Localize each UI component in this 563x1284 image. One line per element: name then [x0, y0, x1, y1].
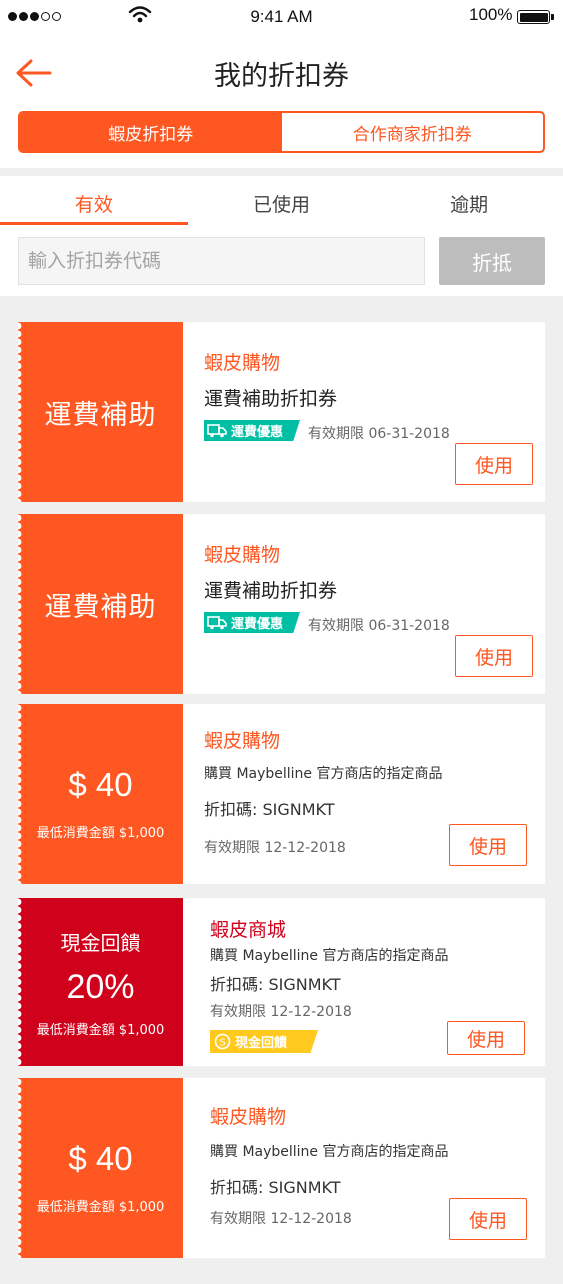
voucher-left-panel: $ 40 最低消費金額 $1,000 [18, 704, 183, 884]
voucher-expiry: 有效期限 06-31-2018 [308, 618, 450, 634]
voucher-description: 購買 Maybelline 官方商店的指定商品 [210, 1144, 449, 1160]
voucher-shop: 蝦皮購物 [204, 730, 281, 752]
status-tabs: 有效 已使用 逾期 [0, 176, 563, 228]
voucher-details: 蝦皮商城 購買 Maybelline 官方商店的指定商品 折扣碼: SIGNMK… [183, 898, 545, 1066]
voucher-card: $ 40 最低消費金額 $1,000 蝦皮購物 購買 Maybelline 官方… [18, 704, 545, 884]
battery-icon [517, 10, 554, 24]
voucher-code-input[interactable] [18, 237, 425, 285]
use-button[interactable]: 使用 [455, 443, 533, 485]
segment-shopee-vouchers[interactable]: 蝦皮折扣券 [20, 113, 282, 151]
use-button[interactable]: 使用 [449, 1198, 527, 1240]
voucher-expiry: 有效期限 06-31-2018 [308, 426, 450, 442]
voucher-left-panel: 運費補助 [18, 322, 183, 502]
voucher-code: 折扣碼: SIGNMKT [210, 975, 341, 994]
voucher-amount: $ 40 [68, 765, 133, 803]
svg-text:S: S [219, 1038, 225, 1049]
voucher-amount: $ 40 [68, 1139, 133, 1177]
voucher-type-segment: 蝦皮折扣券 合作商家折扣券 [18, 111, 545, 153]
voucher-code-row: 折抵 [0, 228, 563, 296]
header: 我的折扣券 蝦皮折扣券 合作商家折扣券 [0, 34, 563, 168]
cashback-badge: S 現金回饋 [210, 1030, 318, 1053]
voucher-name: 運費補助折扣券 [204, 580, 338, 602]
voucher-card: 運費補助 蝦皮購物 運費補助折扣券 運費優惠 有效期限 06-31-2018 使… [18, 322, 545, 502]
voucher-expiry: 有效期限 12-12-2018 [210, 1211, 352, 1227]
voucher-min-spend: 最低消費金額 $1,000 [36, 825, 165, 841]
voucher-expiry: 有效期限 12-12-2018 [210, 1004, 352, 1020]
voucher-shop: 蝦皮購物 [204, 544, 281, 566]
shipping-badge: 運費優惠 [204, 420, 300, 441]
tab-expired[interactable]: 逾期 [375, 176, 563, 228]
voucher-shop: 蝦皮購物 [204, 352, 281, 374]
use-button[interactable]: 使用 [447, 1021, 525, 1055]
voucher-details: 蝦皮購物 購買 Maybelline 官方商店的指定商品 折扣碼: SIGNMK… [183, 704, 545, 884]
voucher-left-label: 運費補助 [44, 399, 157, 431]
voucher-card: $ 40 最低消費金額 $1,000 蝦皮購物 購買 Maybelline 官方… [18, 1078, 545, 1258]
cashback-label: 現金回饋 [60, 930, 141, 955]
voucher-description: 購買 Maybelline 官方商店的指定商品 [210, 948, 449, 964]
segment-partner-vouchers[interactable]: 合作商家折扣券 [282, 113, 544, 151]
voucher-code: 折扣碼: SIGNMKT [210, 1178, 341, 1197]
voucher-left-panel: 運費補助 [18, 514, 183, 694]
voucher-card: 運費補助 蝦皮購物 運費補助折扣券 運費優惠 有效期限 06-31-2018 使… [18, 514, 545, 694]
voucher-left-panel: 現金回饋 20% 最低消費金額 $1,000 [18, 898, 183, 1066]
voucher-left-label: 運費補助 [44, 591, 157, 623]
cashback-badge-label: 現金回饋 [235, 1036, 288, 1051]
voucher-expiry: 有效期限 12-12-2018 [204, 840, 346, 856]
voucher-code: 折扣碼: SIGNMKT [204, 800, 335, 819]
voucher-min-spend: 最低消費金額 $1,000 [36, 1022, 165, 1038]
truck-icon [207, 616, 227, 630]
back-button[interactable] [14, 54, 54, 90]
coin-icon: S [214, 1033, 231, 1050]
redeem-button[interactable]: 折抵 [439, 237, 545, 285]
voucher-details: 蝦皮購物 運費補助折扣券 運費優惠 有效期限 06-31-2018 使用 [183, 514, 545, 694]
use-button[interactable]: 使用 [449, 824, 527, 866]
shipping-badge-label: 運費優惠 [231, 425, 284, 440]
voucher-description: 購買 Maybelline 官方商店的指定商品 [204, 766, 443, 782]
voucher-shop: 蝦皮購物 [210, 1106, 287, 1128]
page-title: 我的折扣券 [214, 61, 349, 92]
shipping-badge: 運費優惠 [204, 612, 300, 633]
voucher-left-panel: $ 40 最低消費金額 $1,000 [18, 1078, 183, 1258]
tab-used[interactable]: 已使用 [188, 176, 376, 228]
voucher-min-spend: 最低消費金額 $1,000 [36, 1199, 165, 1215]
shipping-badge-label: 運費優惠 [231, 617, 284, 632]
arrow-left-icon [16, 59, 52, 87]
cashback-percent: 20% [66, 967, 135, 1006]
voucher-details: 蝦皮購物 購買 Maybelline 官方商店的指定商品 折扣碼: SIGNMK… [183, 1078, 545, 1258]
voucher-card: 現金回饋 20% 最低消費金額 $1,000 蝦皮商城 購買 Maybellin… [18, 898, 545, 1066]
battery-percent: 100% [469, 5, 513, 24]
use-button[interactable]: 使用 [455, 635, 533, 677]
tab-valid[interactable]: 有效 [0, 176, 188, 228]
voucher-name: 運費補助折扣券 [204, 388, 338, 410]
voucher-details: 蝦皮購物 運費補助折扣券 運費優惠 有效期限 06-31-2018 使用 [183, 322, 545, 502]
status-bar: 9:41 AM 100% [0, 0, 563, 34]
truck-icon [207, 424, 227, 438]
voucher-shop: 蝦皮商城 [210, 919, 287, 941]
